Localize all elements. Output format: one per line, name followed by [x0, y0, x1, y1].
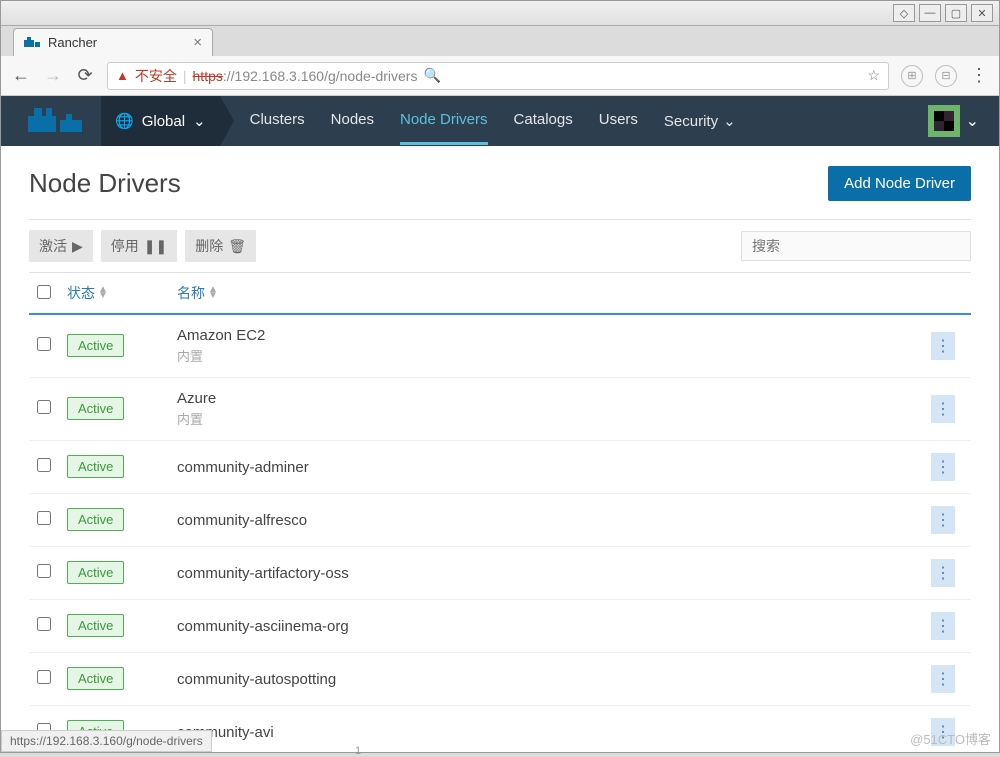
chevron-down-icon: ⌄ [723, 112, 736, 130]
nav-link-node-drivers[interactable]: Node Drivers [400, 97, 488, 145]
footer-number: 1 [355, 745, 361, 757]
driver-name: community-adminer [177, 459, 923, 476]
rancher-favicon [24, 35, 40, 51]
insecure-label: 不安全 [135, 66, 177, 86]
forward-button: → [43, 65, 63, 86]
status-bar: https://192.168.3.160/g/node-drivers [1, 730, 212, 752]
nav-link-users[interactable]: Users [599, 97, 638, 145]
row-actions-button[interactable]: ⋮ [931, 453, 955, 481]
table-row: Active Azure内置 ⋮ [29, 378, 971, 441]
row-actions-button[interactable]: ⋮ [931, 559, 955, 587]
add-node-driver-button[interactable]: Add Node Driver [828, 166, 971, 201]
table-row: Active community-asciinema-org ⋮ [29, 600, 971, 653]
driver-name: Amazon EC2内置 [177, 327, 923, 365]
row-checkbox[interactable] [37, 564, 51, 578]
driver-name: community-autospotting [177, 671, 923, 688]
nav-link-security[interactable]: Security ⌄ [664, 97, 736, 145]
table-row: Active community-artifactory-oss ⋮ [29, 547, 971, 600]
deactivate-button[interactable]: 停用 ❚❚ [101, 230, 177, 262]
browser-tab[interactable]: Rancher × [13, 28, 213, 56]
trash-icon: 🗑 [228, 238, 246, 255]
nav-link-catalogs[interactable]: Catalogs [514, 97, 573, 145]
activate-button[interactable]: 激活 ▶ [29, 230, 93, 262]
user-icon[interactable]: ◇ [893, 4, 915, 22]
row-actions-button[interactable]: ⋮ [931, 506, 955, 534]
user-menu[interactable]: ⌄ [928, 105, 979, 137]
driver-name: community-artifactory-oss [177, 565, 923, 582]
nav-link-nodes[interactable]: Nodes [331, 97, 374, 145]
close-window-button[interactable]: ✕ [971, 4, 993, 22]
search-in-page-icon[interactable]: 🔍 [423, 67, 440, 84]
page-title: Node Drivers [29, 168, 181, 199]
chevron-down-icon: ⌄ [193, 112, 206, 130]
row-checkbox[interactable] [37, 617, 51, 631]
builtin-label: 内置 [177, 409, 923, 428]
watermark: @51CTO博客 [910, 729, 991, 748]
row-checkbox[interactable] [37, 400, 51, 414]
window-titlebar: ◇ — ▢ ✕ [1, 1, 999, 26]
scope-label: Global [142, 113, 185, 130]
row-checkbox[interactable] [37, 458, 51, 472]
driver-name: Azure内置 [177, 390, 923, 428]
table-row: Active community-autospotting ⋮ [29, 653, 971, 706]
bulk-toolbar: 激活 ▶ 停用 ❚❚ 删除 🗑 [29, 219, 971, 273]
table-header: 状态▲▼ 名称▲▼ [29, 273, 971, 315]
url-input[interactable]: ▲ 不安全 | https://192.168.3.160/g/node-dri… [107, 62, 889, 90]
driver-name: community-alfresco [177, 512, 923, 529]
status-badge: Active [67, 614, 124, 637]
play-icon: ▶ [72, 238, 83, 255]
reload-button[interactable]: ⟳ [75, 65, 95, 86]
tab-title: Rancher [48, 35, 97, 50]
url-text: https://192.168.3.160/g/node-drivers [193, 68, 418, 84]
row-checkbox[interactable] [37, 511, 51, 525]
page-content: 🌐 Global ⌄ Clusters Nodes Node Drivers Cata… [1, 96, 999, 752]
status-badge: Active [67, 455, 124, 478]
status-badge: Active [67, 397, 124, 420]
row-actions-button[interactable]: ⋮ [931, 332, 955, 360]
pause-icon: ❚❚ [144, 238, 167, 255]
row-actions-button[interactable]: ⋮ [931, 395, 955, 423]
back-button[interactable]: ← [11, 65, 31, 86]
status-badge: Active [67, 334, 124, 357]
sort-icon: ▲▼ [98, 287, 108, 299]
search-input[interactable] [741, 231, 971, 261]
nav-link-clusters[interactable]: Clusters [250, 97, 305, 145]
row-actions-button[interactable]: ⋮ [931, 612, 955, 640]
status-badge: Active [67, 561, 124, 584]
insecure-icon: ▲ [116, 68, 129, 83]
browser-tabbar: Rancher × [1, 26, 999, 56]
maximize-button[interactable]: ▢ [945, 4, 967, 22]
address-bar: ← → ⟳ ▲ 不安全 | https://192.168.3.160/g/no… [1, 56, 999, 96]
driver-name: community-avi [177, 724, 923, 741]
menu-icon[interactable]: ⋮ [969, 65, 989, 86]
driver-name: community-asciinema-org [177, 618, 923, 635]
sort-icon: ▲▼ [208, 287, 218, 299]
app-navbar: 🌐 Global ⌄ Clusters Nodes Node Drivers Cata… [1, 96, 999, 146]
col-state[interactable]: 状态▲▼ [67, 283, 177, 303]
minimize-button[interactable]: — [919, 4, 941, 22]
avatar [928, 105, 960, 137]
table-row: Active community-adminer ⋮ [29, 441, 971, 494]
row-checkbox[interactable] [37, 670, 51, 684]
ext-icon-2[interactable]: ⊟ [935, 65, 957, 87]
ext-icon-1[interactable]: ⊞ [901, 65, 923, 87]
row-checkbox[interactable] [37, 337, 51, 351]
table-row: Active Amazon EC2内置 ⋮ [29, 315, 971, 378]
col-name[interactable]: 名称▲▼ [177, 283, 963, 303]
row-actions-button[interactable]: ⋮ [931, 665, 955, 693]
status-badge: Active [67, 508, 124, 531]
delete-button[interactable]: 删除 🗑 [185, 230, 256, 262]
select-all-checkbox[interactable] [37, 285, 51, 299]
bookmark-icon[interactable]: ☆ [867, 67, 880, 84]
globe-icon: 🌐 [115, 112, 134, 130]
close-tab-icon[interactable]: × [193, 34, 202, 51]
table-row: Active community-alfresco ⋮ [29, 494, 971, 547]
chevron-down-icon: ⌄ [966, 111, 979, 131]
rancher-logo[interactable] [21, 101, 91, 141]
scope-selector[interactable]: 🌐 Global ⌄ [101, 96, 220, 146]
status-badge: Active [67, 667, 124, 690]
builtin-label: 内置 [177, 346, 923, 365]
